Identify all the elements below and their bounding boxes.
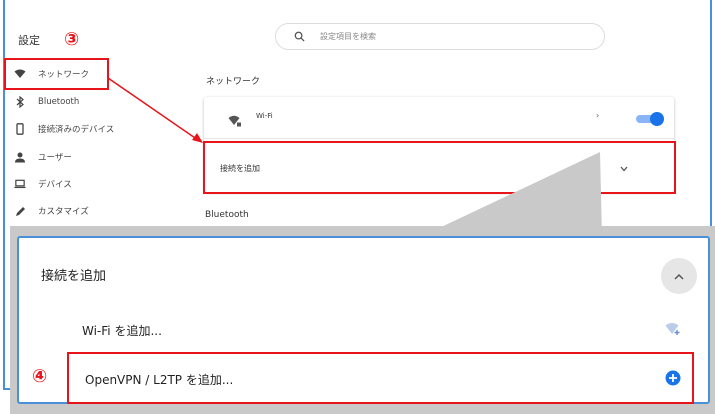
collapse-button[interactable] xyxy=(661,258,697,294)
settings-page: 設定 ③ 設定項目を検索 ネットワーク Bluetooth 接続済みのデバイス xyxy=(0,0,715,414)
zoom-title: 接続を追加 xyxy=(41,269,107,284)
add-wifi-label: Wi-Fi を追加... xyxy=(82,324,162,338)
add-wifi-row[interactable]: Wi-Fi を追加... xyxy=(19,308,708,350)
step-4-marker: ④ xyxy=(32,366,48,387)
chevron-up-icon xyxy=(674,273,684,280)
wifi-add-icon xyxy=(665,323,680,335)
highlight-add-vpn xyxy=(67,352,694,404)
